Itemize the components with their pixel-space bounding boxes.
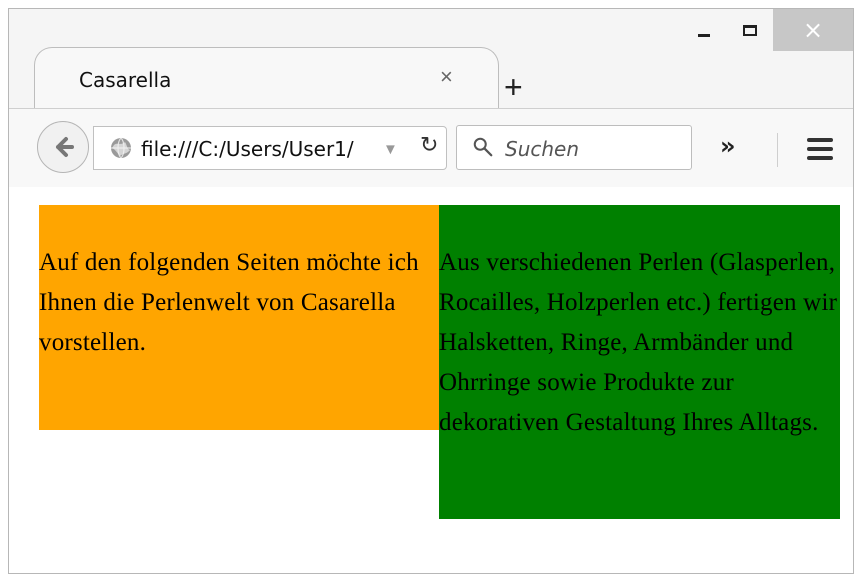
plus-icon: + (504, 69, 523, 105)
close-icon: × (802, 16, 824, 44)
search-icon (473, 137, 493, 157)
browser-chrome: × Casarella × + file:///C:/Users/User1/ … (9, 9, 853, 187)
tab-casarella[interactable]: Casarella × (34, 47, 499, 108)
reload-icon[interactable]: ↻ (420, 135, 438, 157)
address-text[interactable]: file:///C:/Users/User1/ (141, 137, 381, 161)
green-box-text: Aus verschiedenen Perlen (Glasperlen, Ro… (439, 249, 838, 436)
new-tab-button[interactable]: + (504, 71, 523, 103)
close-window-button[interactable]: × (773, 9, 853, 51)
green-text-box: Aus verschiedenen Perlen (Glasperlen, Ro… (439, 205, 840, 519)
minimize-icon (698, 33, 710, 37)
orange-text-box: Auf den folgenden Seiten möchte ich Ihne… (39, 205, 439, 430)
globe-icon (111, 137, 131, 159)
navigation-toolbar: file:///C:/Users/User1/ ▼ ↻ Suchen » (9, 108, 853, 187)
toolbar-overflow-button[interactable]: » (720, 134, 736, 158)
page-content: Auf den folgenden Seiten möchte ich Ihne… (9, 187, 853, 573)
toolbar-divider (777, 133, 778, 167)
orange-box-text: Auf den folgenden Seiten möchte ich Ihne… (39, 249, 419, 356)
minimize-button[interactable] (681, 9, 727, 51)
hamburger-menu-icon[interactable] (807, 138, 833, 160)
back-arrow-icon (56, 137, 74, 157)
address-bar[interactable]: file:///C:/Users/User1/ ▼ ↻ (93, 126, 447, 170)
maximize-icon (743, 24, 757, 36)
tab-title: Casarella (79, 68, 172, 92)
search-input-placeholder[interactable]: Suchen (505, 137, 579, 161)
maximize-button[interactable] (727, 9, 773, 51)
tab-close-icon[interactable]: × (440, 66, 453, 88)
search-box[interactable]: Suchen (456, 125, 692, 170)
back-button[interactable] (37, 121, 89, 173)
dropdown-arrow-icon[interactable]: ▼ (383, 142, 398, 157)
window-controls: × (681, 9, 853, 51)
browser-window: × Casarella × + file:///C:/Users/User1/ … (8, 8, 854, 574)
